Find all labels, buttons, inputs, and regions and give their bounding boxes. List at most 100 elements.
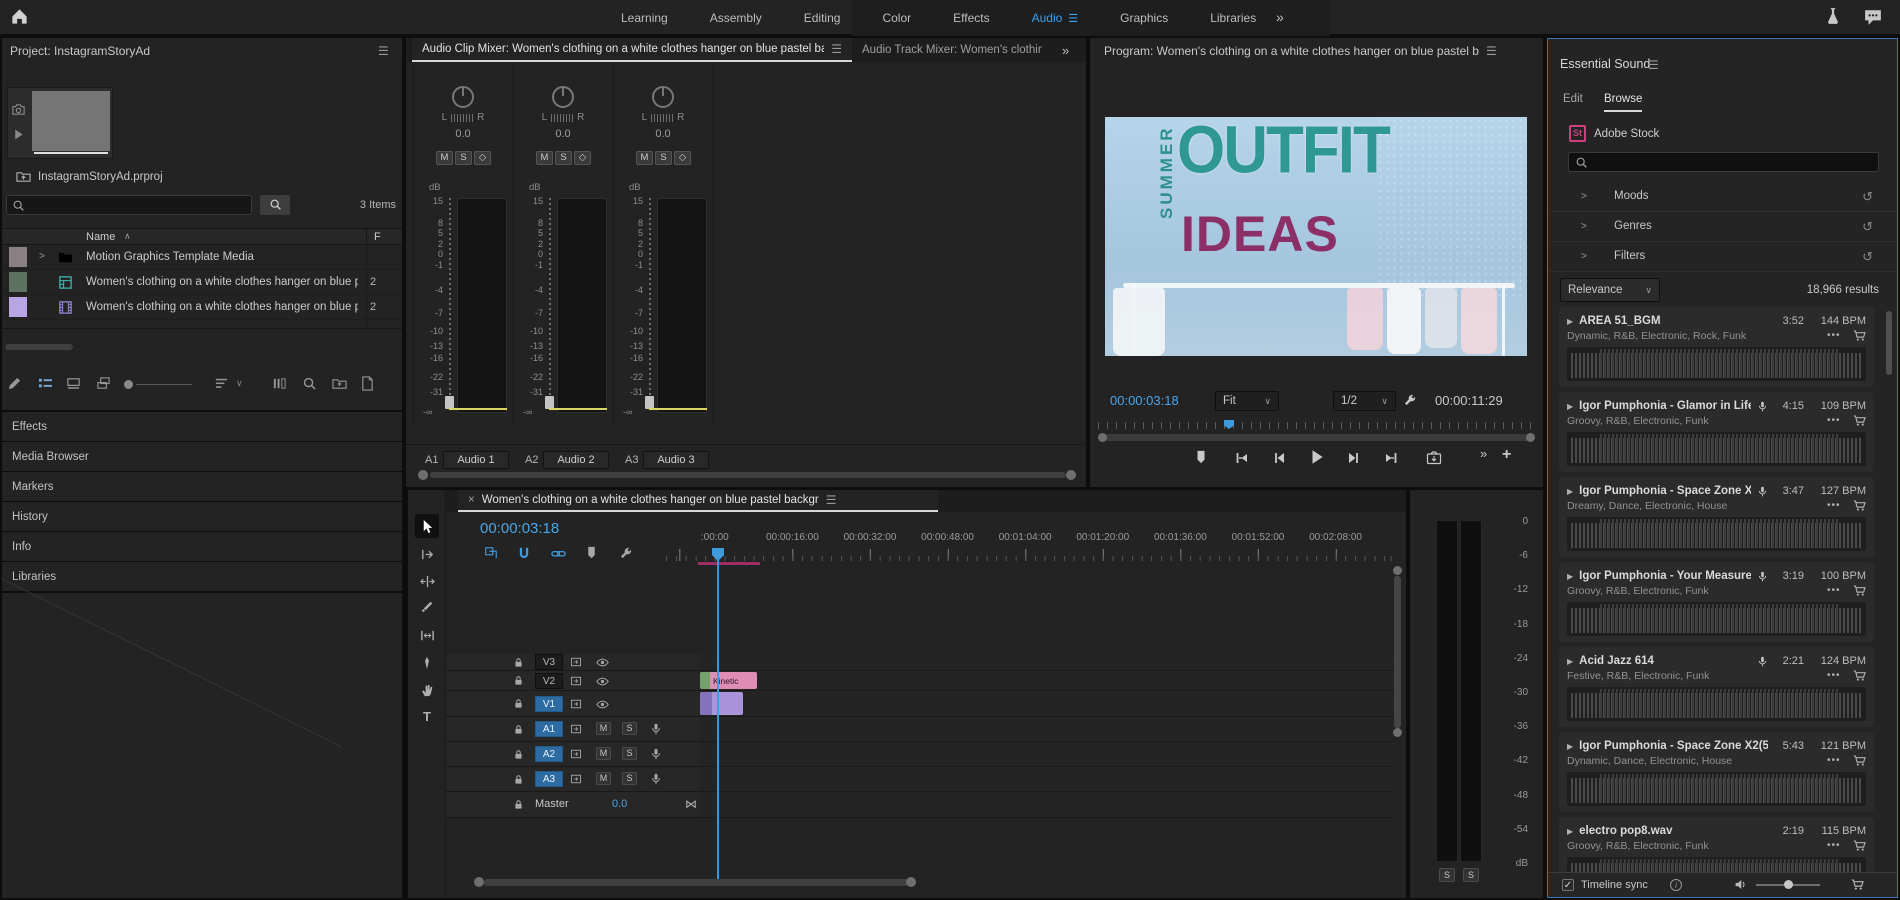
master-pan-icon[interactable]: ⋈ — [685, 797, 697, 811]
timeline-timecode[interactable]: 00:00:03:18 — [480, 520, 559, 537]
close-sequence-icon[interactable]: × — [468, 494, 475, 506]
preview-play-icon[interactable]: ▶ — [1567, 402, 1573, 411]
program-video-frame[interactable]: SUMMER OUTFIT IDEAS — [1105, 117, 1527, 356]
program-panel-title[interactable]: Program: Women's clothing on a white clo… — [1104, 44, 1479, 58]
workspace-overflow-icon[interactable]: » — [1276, 9, 1284, 25]
more-options-icon[interactable]: ••• — [1827, 840, 1853, 851]
mixer-panel-menu-icon[interactable]: ☰ — [831, 42, 842, 56]
chevron-right-icon[interactable]: > — [1581, 251, 1587, 262]
timeline-playhead-line[interactable] — [717, 560, 719, 880]
sequence-tab[interactable]: × Women's clothing on a white clothes ha… — [458, 490, 938, 512]
writable-toggle-icon[interactable] — [7, 376, 23, 392]
freeform-view-button[interactable] — [96, 376, 112, 392]
track-lane[interactable] — [700, 654, 1394, 671]
write-keyframes-button[interactable]: ◇ — [574, 151, 591, 165]
poster-frame-camera-icon[interactable] — [11, 102, 27, 118]
expand-arrow-icon[interactable]: > — [39, 251, 45, 262]
preview-play-icon[interactable]: ▶ — [1567, 572, 1573, 581]
write-keyframes-button[interactable]: ◇ — [674, 151, 691, 165]
go-to-in-button[interactable] — [1234, 450, 1252, 468]
timeline-vertical-scrollbar[interactable] — [1394, 576, 1401, 728]
track-name[interactable]: Audio 2 — [543, 451, 609, 469]
solo-track-button[interactable]: S — [622, 772, 637, 785]
preview-play-icon[interactable]: ▶ — [1567, 742, 1573, 751]
go-to-out-button[interactable] — [1383, 450, 1401, 468]
mixer-horizontal-scrollbar[interactable] — [430, 472, 1066, 478]
clip-video-v1[interactable] — [700, 692, 743, 715]
workspace-tab[interactable]: Color ☰ — [861, 11, 932, 25]
project-item-row[interactable]: > Women's clothing on a white clothes ha… — [2, 295, 402, 320]
reset-filter-icon[interactable]: ↺ — [1862, 219, 1873, 235]
transport-overflow-icon[interactable]: » — [1480, 446, 1487, 461]
zoom-level-select[interactable]: Fit ∨ — [1215, 391, 1279, 411]
mute-track-button[interactable]: M — [596, 747, 611, 760]
preview-scrub-bar[interactable] — [34, 152, 108, 154]
timeline-vscrollbar-handle[interactable] — [1393, 728, 1402, 737]
program-timecode[interactable]: 00:00:03:18 — [1110, 393, 1179, 408]
button-editor-plus-icon[interactable]: + — [1502, 446, 1511, 464]
project-panel-title[interactable]: Project: InstagramStoryAd — [10, 44, 150, 58]
mute-track-button[interactable]: M — [596, 772, 611, 785]
mixer-track[interactable]: A3 Audio 3 — [613, 450, 713, 470]
sort-dropdown-icon[interactable]: ∨ — [236, 378, 243, 389]
track-lane[interactable]: Kinetic — [700, 671, 1394, 691]
nest-sequences-toggle[interactable] — [484, 546, 500, 562]
timeline-scrollbar-handle[interactable] — [906, 877, 916, 887]
track-lane[interactable] — [700, 767, 1394, 792]
playback-resolution-select[interactable]: 1/2 ∨ — [1333, 391, 1396, 411]
selection-tool[interactable] — [415, 514, 439, 538]
chevron-right-icon[interactable]: > — [1581, 221, 1587, 232]
lock-icon[interactable] — [513, 656, 525, 668]
stock-audio-item[interactable]: ▶ Igor Pumphonia - Space Zone X3(2) 3:47… — [1559, 477, 1874, 557]
audio-clip-mixer-tab[interactable]: Audio Clip Mixer: Women's clothing on a … — [412, 38, 852, 62]
lock-icon[interactable] — [513, 773, 525, 785]
mixer-track[interactable]: A1 Audio 1 — [413, 450, 513, 470]
new-bin-button[interactable] — [332, 376, 348, 392]
solo-track-button[interactable]: S — [622, 747, 637, 760]
sync-lock-icon[interactable] — [570, 773, 582, 785]
step-back-button[interactable] — [1271, 450, 1289, 468]
preview-play-icon[interactable]: ▶ — [1567, 827, 1573, 836]
track-target-v2[interactable]: V2 — [535, 673, 563, 689]
voiceover-record-mic-icon[interactable] — [650, 723, 662, 735]
license-cart-icon[interactable] — [1853, 754, 1866, 767]
type-tool[interactable]: T — [415, 704, 439, 728]
solo-button[interactable]: S — [655, 151, 672, 165]
timeline-vscrollbar-handle[interactable] — [1393, 566, 1402, 575]
list-scrollbar-thumb[interactable] — [1886, 311, 1892, 375]
track-lane[interactable] — [700, 691, 1394, 717]
fader-track[interactable] — [449, 198, 451, 410]
volume-slider-knob[interactable] — [1784, 880, 1793, 889]
write-keyframes-button[interactable]: ◇ — [474, 151, 491, 165]
add-marker-button[interactable] — [1194, 450, 1212, 468]
track-visibility-eye-icon[interactable] — [596, 675, 608, 687]
pan-value[interactable]: 0.0 — [413, 128, 513, 140]
export-frame-button[interactable] — [1426, 450, 1444, 468]
more-options-icon[interactable]: ••• — [1827, 415, 1853, 426]
pen-tool[interactable] — [415, 651, 439, 675]
waveform-preview[interactable] — [1567, 347, 1866, 381]
sync-lock-icon[interactable] — [570, 656, 582, 668]
collapsed-panel-tab[interactable]: Markers — [2, 472, 402, 501]
pan-value[interactable]: 0.0 — [513, 128, 613, 140]
license-cart-icon[interactable] — [1853, 669, 1866, 682]
filter-section-row[interactable]: > Moods ↺ — [1548, 182, 1898, 212]
collapsed-panel-tab[interactable]: Effects — [2, 412, 402, 441]
lock-icon[interactable] — [513, 748, 525, 760]
timeline-horizontal-scrollbar[interactable] — [484, 879, 908, 886]
lock-icon[interactable] — [513, 723, 525, 735]
collapsed-panel-tab[interactable]: Info — [2, 532, 402, 561]
column-name[interactable]: Name — [86, 231, 115, 243]
new-item-button[interactable] — [360, 376, 376, 392]
info-icon[interactable]: i — [1670, 879, 1682, 891]
preview-play-icon[interactable]: ▶ — [1567, 487, 1573, 496]
program-scrollbar-handle[interactable] — [1098, 433, 1107, 442]
track-target-v1[interactable]: V1 — [535, 696, 563, 712]
voiceover-record-mic-icon[interactable] — [650, 748, 662, 760]
mixer-tab-overflow-icon[interactable]: » — [1062, 43, 1069, 58]
filter-section-row[interactable]: > Genres ↺ — [1548, 212, 1898, 242]
icon-view-button[interactable] — [66, 376, 82, 392]
workspace-tab[interactable]: Graphics ☰ — [1099, 11, 1189, 25]
stock-audio-item[interactable]: ▶ Igor Pumphonia - Glamor in Life (Origi… — [1559, 392, 1874, 472]
waveform-preview[interactable] — [1567, 602, 1866, 636]
